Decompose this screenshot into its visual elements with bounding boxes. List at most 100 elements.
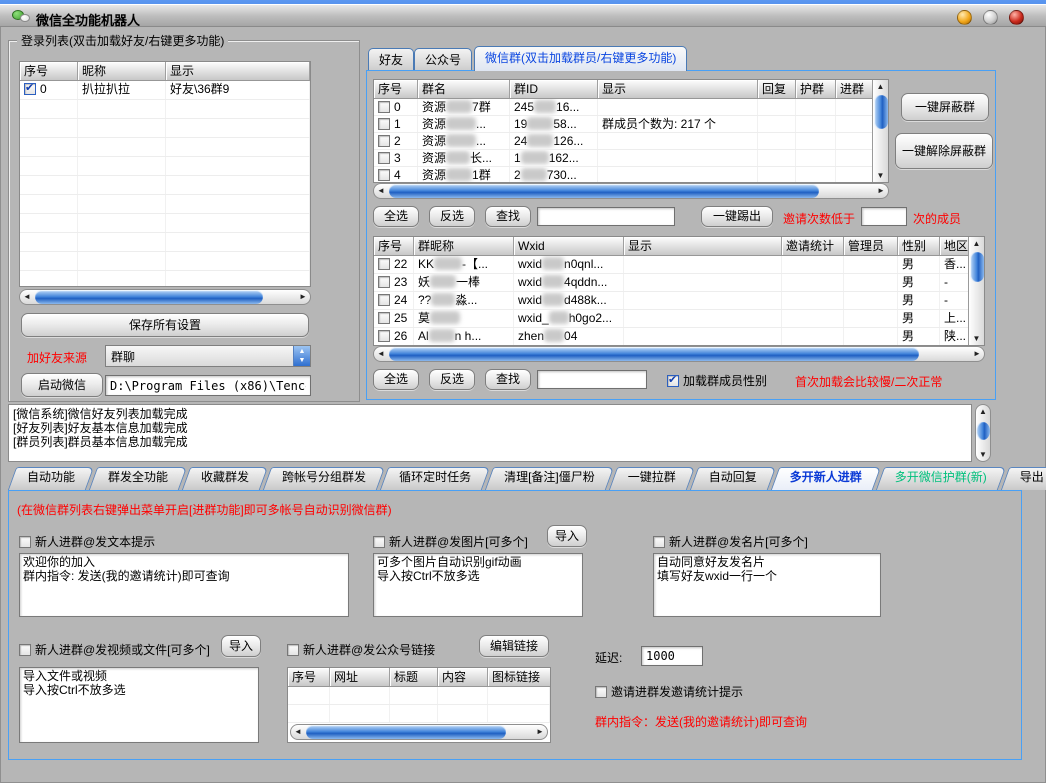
tab-cross-account-send[interactable]: 跨帐号分组群发 — [267, 467, 381, 490]
checkbox-icon[interactable] — [19, 644, 31, 656]
members-table[interactable]: 序号 群昵称 Wxid 显示 邀请统计 管理员 性别 地区 22 KK-【...… — [373, 236, 985, 346]
checkbox-icon[interactable] — [19, 536, 31, 548]
members-table-vscrollbar[interactable]: ▲ ▼ — [968, 237, 984, 345]
tab-wechat-groups[interactable]: 微信群(双击加载群员/右键更多功能) — [474, 46, 687, 71]
scroll-left-icon[interactable]: ◄ — [374, 184, 388, 198]
text-tip-textarea[interactable]: 欢迎你的加入 群内指令: 发送(我的邀请统计)即可查询 — [19, 553, 349, 617]
tab-mass-send[interactable]: 群发全功能 — [93, 467, 183, 490]
video-tip-textarea[interactable]: 导入文件或视频 导入按Ctrl不放多选 — [19, 667, 259, 743]
link-tip-checkbox[interactable]: 新人进群@发公众号链接 — [287, 641, 435, 658]
member-row[interactable]: 26 Aln h... zhen04 男 陕... — [374, 328, 984, 346]
group-table-hscrollbar[interactable]: ◄ ► — [373, 183, 889, 199]
kick-members-button[interactable]: 一键踢出 — [701, 206, 773, 227]
member-row-checkbox[interactable] — [378, 312, 390, 324]
groups-find-input[interactable] — [537, 207, 675, 226]
card-tip-checkbox[interactable]: 新人进群@发名片[可多个] — [653, 533, 808, 550]
wechat-path-input[interactable] — [105, 375, 311, 396]
card-tip-textarea[interactable]: 自动同意好友发名片 填写好友wxid一行一个 — [653, 553, 881, 617]
group-row-checkbox[interactable] — [378, 135, 390, 147]
group-row[interactable]: 4 资源1群 2730... — [374, 167, 888, 183]
invite-stat-checkbox[interactable]: 邀请进群发邀请统计提示 — [595, 683, 743, 700]
launch-wechat-button[interactable]: 启动微信 — [21, 373, 103, 397]
group-row-checkbox[interactable] — [378, 101, 390, 113]
delay-input[interactable] — [641, 646, 703, 666]
load-gender-checkbox[interactable]: 加载群成员性别 — [667, 372, 767, 389]
scroll-down-icon[interactable]: ▼ — [873, 169, 888, 182]
tab-export[interactable]: 导出 — [1005, 467, 1046, 490]
group-row[interactable]: 0 资源7群 24516... — [374, 99, 888, 116]
group-row-checkbox[interactable] — [378, 152, 390, 164]
login-row[interactable]: 0 扒拉扒拉 好友\36群9 — [20, 81, 310, 100]
tab-guard-group-new[interactable]: 多开微信护群(新) — [880, 467, 1002, 490]
group-table[interactable]: 序号 群名 群ID 显示 回复 护群 进群 0 资源7群 24516... 1 … — [373, 79, 889, 183]
login-row-checkbox[interactable] — [24, 83, 36, 95]
maximize-button[interactable] — [983, 10, 998, 25]
group-row[interactable]: 3 资源长... 1162... — [374, 150, 888, 167]
groups-select-all-button[interactable]: 全选 — [373, 206, 419, 227]
scroll-down-icon[interactable]: ▼ — [976, 448, 990, 461]
group-row[interactable]: 1 资源... 1958... 群成员个数为: 217 个 — [374, 116, 888, 133]
close-button[interactable] — [1009, 10, 1024, 25]
group-row-checkbox[interactable] — [378, 118, 390, 130]
groups-invert-select-button[interactable]: 反选 — [429, 206, 475, 227]
kick-threshold-input[interactable] — [861, 207, 907, 226]
minimize-button[interactable] — [957, 10, 972, 25]
member-row[interactable]: 23 妖一棒 wxid4qddn... 男 - — [374, 274, 984, 292]
group-table-vscrollbar[interactable]: ▲ ▼ — [872, 80, 888, 182]
scroll-right-icon[interactable]: ► — [296, 290, 310, 304]
tab-friends[interactable]: 好友 — [368, 48, 414, 71]
members-find-button[interactable]: 查找 — [485, 369, 531, 390]
members-table-hscrollbar[interactable]: ◄ ► — [373, 346, 985, 362]
scroll-down-icon[interactable]: ▼ — [969, 332, 984, 345]
log-vscrollbar[interactable]: ▲ ▼ — [975, 404, 991, 462]
image-tip-textarea[interactable]: 可多个图片自动识别gif动画 导入按Ctrl不放多选 — [373, 553, 583, 617]
member-row-checkbox[interactable] — [378, 276, 390, 288]
friend-source-select[interactable]: 群聊 ▲▼ — [105, 345, 311, 367]
combo-spinner-icon[interactable]: ▲▼ — [293, 346, 310, 366]
checkbox-icon[interactable] — [653, 536, 665, 548]
tab-official-accounts[interactable]: 公众号 — [414, 48, 472, 71]
scroll-left-icon[interactable]: ◄ — [374, 347, 388, 361]
checkbox-icon[interactable] — [373, 536, 385, 548]
unblock-groups-button[interactable]: 一键解除屏蔽群 — [895, 133, 993, 169]
scroll-right-icon[interactable]: ► — [970, 347, 984, 361]
image-tip-checkbox[interactable]: 新人进群@发图片[可多个] — [373, 533, 528, 550]
link-table-hscrollbar[interactable]: ◄ ► — [290, 724, 548, 740]
scroll-right-icon[interactable]: ► — [874, 184, 888, 198]
member-row-checkbox[interactable] — [378, 294, 390, 306]
scroll-up-icon[interactable]: ▲ — [969, 237, 984, 250]
tab-auto-reply[interactable]: 自动回复 — [694, 467, 772, 490]
member-row[interactable]: 24 ??淼... wxidd488k... 男 - — [374, 292, 984, 310]
edit-link-button[interactable]: 编辑链接 — [479, 635, 549, 657]
tab-one-key-pull-group[interactable]: 一键拉群 — [613, 467, 691, 490]
login-list-hscrollbar[interactable]: ◄ ► — [19, 289, 311, 305]
member-row[interactable]: 22 KK-【... wxidn0qnl... 男 香... — [374, 256, 984, 274]
checkbox-checked-icon[interactable] — [667, 375, 679, 387]
tab-favorite-send[interactable]: 收藏群发 — [186, 467, 264, 490]
group-row[interactable]: 2 资源... 24126... — [374, 133, 888, 150]
tab-newcomer-join-group[interactable]: 多开新人进群 — [775, 467, 877, 490]
checkbox-icon[interactable] — [287, 644, 299, 656]
tab-clean-zombie-fans[interactable]: 清理[备注]僵尸粉 — [489, 467, 610, 490]
group-row-checkbox[interactable] — [378, 169, 390, 181]
checkbox-icon[interactable] — [595, 686, 607, 698]
import-video-button[interactable]: 导入 — [221, 635, 261, 657]
video-tip-checkbox[interactable]: 新人进群@发视频或文件[可多个] — [19, 641, 210, 658]
members-invert-select-button[interactable]: 反选 — [429, 369, 475, 390]
tab-auto-functions[interactable]: 自动功能 — [12, 467, 90, 490]
members-find-input[interactable] — [537, 370, 647, 389]
members-select-all-button[interactable]: 全选 — [373, 369, 419, 390]
groups-find-button[interactable]: 查找 — [485, 206, 531, 227]
member-row-checkbox[interactable] — [378, 330, 390, 342]
scroll-left-icon[interactable]: ◄ — [20, 290, 34, 304]
link-table[interactable]: 序号 网址 标题 内容 图标链接 ◄ ► — [287, 667, 551, 743]
scroll-left-icon[interactable]: ◄ — [291, 725, 305, 739]
member-row-checkbox[interactable] — [378, 258, 390, 270]
login-list[interactable]: 序号 昵称 显示 0 扒拉扒拉 好友\36群9 — [19, 61, 311, 287]
scroll-right-icon[interactable]: ► — [533, 725, 547, 739]
block-groups-button[interactable]: 一键屏蔽群 — [901, 93, 989, 121]
scroll-up-icon[interactable]: ▲ — [873, 80, 888, 93]
scroll-up-icon[interactable]: ▲ — [976, 405, 990, 418]
import-images-button[interactable]: 导入 — [547, 525, 587, 547]
tab-loop-timer-tasks[interactable]: 循环定时任务 — [384, 467, 486, 490]
